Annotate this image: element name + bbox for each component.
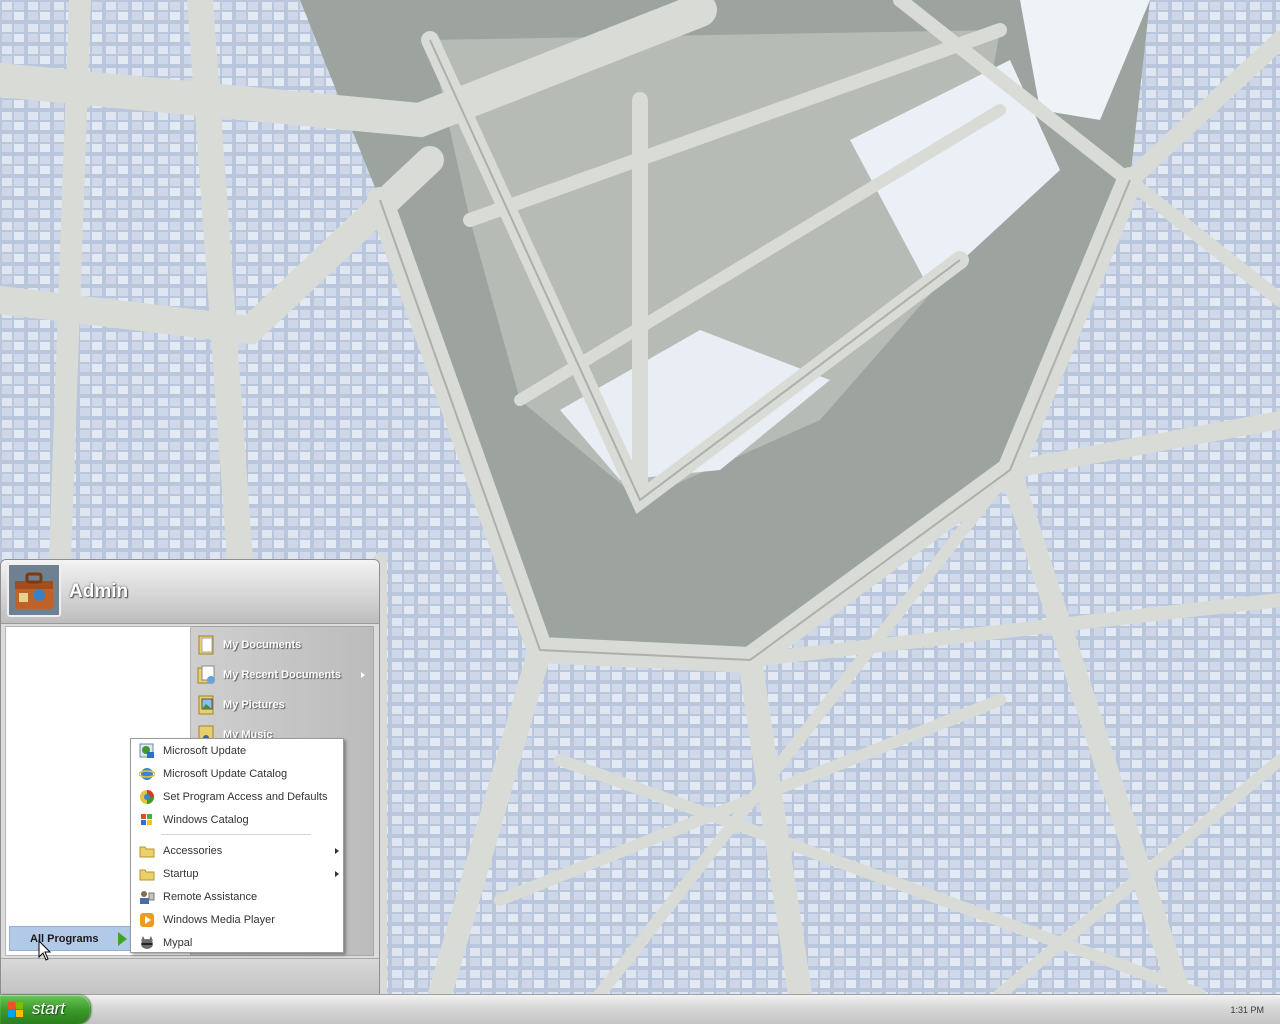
program-label: Mypal [163, 937, 193, 949]
start-menu-header: Admin [1, 560, 379, 624]
taskbar: start 1:31 PM [0, 994, 1280, 1024]
all-programs-button[interactable]: All Programs [9, 926, 131, 951]
place-label: My Documents [223, 639, 302, 651]
place-label: My Recent Documents [223, 669, 341, 681]
folder-icon [139, 869, 155, 881]
start-menu-footer [1, 958, 379, 994]
program-label: Accessories [163, 845, 223, 857]
user-avatar[interactable] [7, 563, 61, 617]
submenu-arrow-icon [361, 672, 365, 678]
program-remote-assistance[interactable]: Remote Assistance [133, 886, 341, 908]
submenu-arrow-icon [335, 871, 339, 877]
all-programs-menu: Microsoft Update Microsoft Update Catalo… [130, 738, 344, 953]
program-startup[interactable]: Startup [133, 863, 341, 885]
program-microsoft-update[interactable]: Microsoft Update [133, 740, 341, 762]
program-label: Remote Assistance [163, 891, 258, 903]
place-label: My Pictures [223, 699, 285, 711]
menu-separator [161, 834, 311, 835]
media-player-icon [140, 913, 154, 927]
program-windows-catalog[interactable]: Windows Catalog [133, 809, 341, 831]
program-label: Windows Media Player [163, 914, 275, 926]
program-label: Microsoft Update Catalog [163, 768, 288, 780]
place-my-pictures[interactable]: My Pictures [195, 691, 371, 721]
windows-logo-icon [8, 1002, 23, 1017]
program-mypal[interactable]: Mypal [133, 932, 341, 954]
remote-assistance-icon [140, 891, 155, 904]
submenu-arrow-icon [335, 848, 339, 854]
windows-catalog-icon [141, 814, 152, 825]
place-my-recent-documents[interactable]: My Recent Documents [195, 661, 371, 691]
ie-globe-icon [139, 768, 155, 780]
mypal-icon [141, 936, 153, 949]
microsoft-update-icon [139, 743, 154, 758]
program-label: Microsoft Update [163, 745, 247, 757]
user-name: Admin [69, 581, 129, 602]
program-label: Set Program Access and Defaults [163, 791, 328, 803]
mouse-pointer-icon [38, 940, 52, 961]
documents-folder-icon [198, 635, 214, 655]
start-button[interactable]: start [0, 995, 90, 1024]
program-access-icon [140, 790, 154, 804]
pictures-folder-icon [198, 695, 214, 715]
program-set-program-access[interactable]: Set Program Access and Defaults [133, 786, 341, 808]
program-label: Startup [163, 868, 199, 880]
place-my-documents[interactable]: My Documents [195, 631, 371, 661]
program-windows-media-player[interactable]: Windows Media Player [133, 909, 341, 931]
start-label: start [32, 999, 66, 1018]
green-arrow-icon [118, 932, 127, 946]
program-accessories[interactable]: Accessories [133, 840, 341, 862]
recent-documents-icon [197, 665, 215, 684]
program-microsoft-update-catalog[interactable]: Microsoft Update Catalog [133, 763, 341, 785]
program-label: Windows Catalog [163, 814, 249, 826]
system-clock[interactable]: 1:31 PM [1230, 1005, 1264, 1015]
folder-icon [139, 846, 155, 858]
